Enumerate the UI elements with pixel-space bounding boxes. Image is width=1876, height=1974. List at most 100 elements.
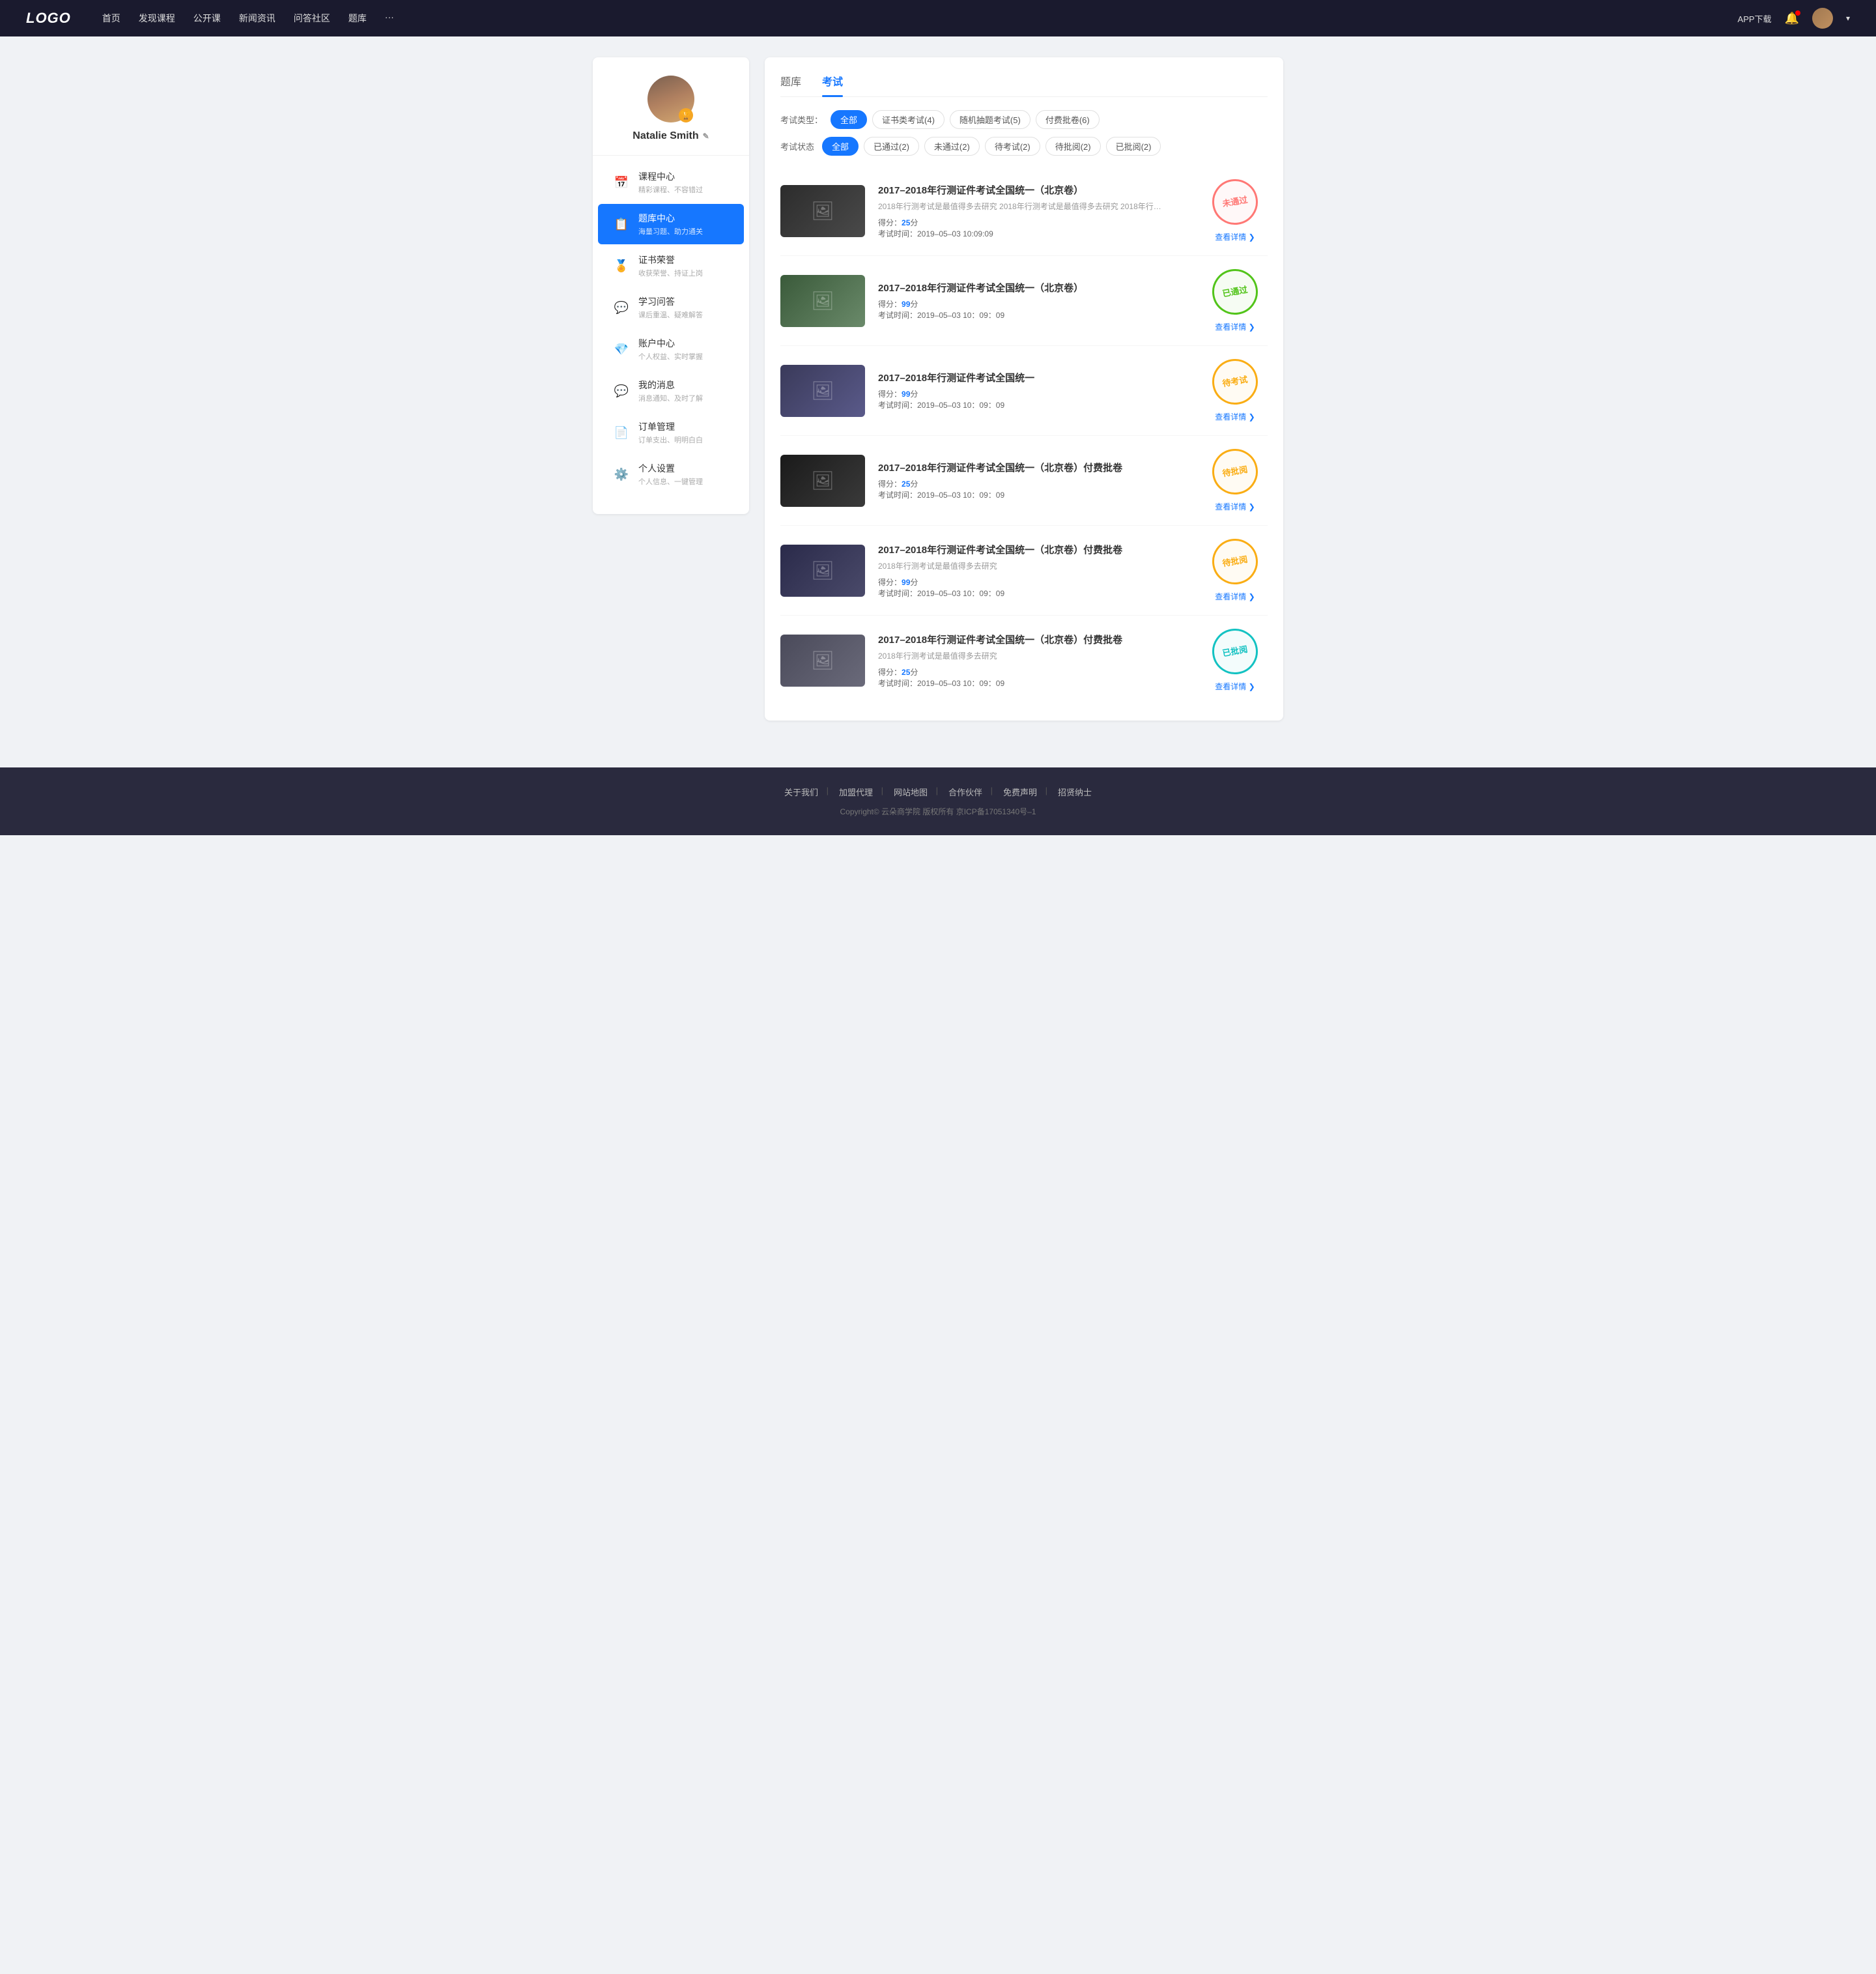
sidebar-item-exam-center[interactable]: 📋 题库中心 海量习题、助力通关 bbox=[598, 204, 744, 244]
cert-honor-text: 证书荣誉 收获荣誉、持证上岗 bbox=[638, 253, 703, 278]
filter-status-option-5[interactable]: 已批阅(2) bbox=[1106, 137, 1161, 156]
account-sub: 个人权益、实时掌握 bbox=[638, 351, 703, 362]
orders-text: 订单管理 订单支出、明明白白 bbox=[638, 420, 703, 445]
nav-link-0[interactable]: 首页 bbox=[102, 12, 121, 25]
exam-info: 2017–2018年行测证件考试全国统一（北京卷）付费批卷 得分：25分 考试时… bbox=[878, 461, 1189, 500]
footer-link-5[interactable]: 招贤纳士 bbox=[1047, 786, 1102, 798]
score-value: 25 bbox=[902, 668, 910, 677]
exam-time: 考试时间：2019–05–03 10：09：09 bbox=[878, 309, 1189, 321]
exam-score: 得分：99分 bbox=[878, 298, 1189, 309]
exam-time: 考试时间：2019–05–03 10:09:09 bbox=[878, 228, 1189, 239]
filter-type-row: 考试类型： 全部证书类考试(4)随机抽题考试(5)付费批卷(6) bbox=[780, 110, 1268, 129]
exam-score: 得分：25分 bbox=[878, 217, 1189, 228]
cert-honor-sub: 收获荣誉、持证上岗 bbox=[638, 268, 703, 278]
nav-link-5[interactable]: 题库 bbox=[348, 12, 367, 25]
avatar[interactable] bbox=[1812, 8, 1833, 29]
qa-title: 学习问答 bbox=[638, 295, 703, 308]
filter-status-option-3[interactable]: 待考试(2) bbox=[985, 137, 1040, 156]
nav-link-6[interactable]: ··· bbox=[385, 12, 394, 25]
course-center-text: 课程中心 精彩课程、不容错过 bbox=[638, 170, 703, 195]
exam-title: 2017–2018年行测证件考试全国统一（北京卷）付费批卷 bbox=[878, 633, 1189, 646]
footer-link-1[interactable]: 加盟代理 bbox=[829, 786, 883, 798]
sidebar-item-account[interactable]: 💎 账户中心 个人权益、实时掌握 bbox=[598, 329, 744, 369]
qa-text: 学习问答 课后重温、疑难解答 bbox=[638, 295, 703, 320]
thumb-overlay: 🖼 bbox=[780, 185, 865, 237]
exam-center-text: 题库中心 海量习题、助力通关 bbox=[638, 212, 703, 236]
view-detail-btn[interactable]: 查看详情 ❯ bbox=[1215, 681, 1255, 692]
thumb-overlay: 🖼 bbox=[780, 365, 865, 417]
exam-thumbnail: 🖼 bbox=[780, 635, 865, 687]
exam-item: 🖼 2017–2018年行测证件考试全国统一（北京卷）付费批卷 2018年行测考… bbox=[780, 526, 1268, 616]
filter-status-label: 考试状态 bbox=[780, 140, 814, 152]
settings-title: 个人设置 bbox=[638, 462, 703, 475]
filter-type-option-0[interactable]: 全部 bbox=[831, 110, 867, 129]
exam-time: 考试时间：2019–05–03 10：09：09 bbox=[878, 399, 1189, 410]
sidebar-item-orders[interactable]: 📄 订单管理 订单支出、明明白白 bbox=[598, 412, 744, 453]
exam-status-stamp: 待批阅 bbox=[1208, 445, 1261, 498]
chevron-down-icon[interactable]: ▾ bbox=[1846, 14, 1850, 23]
notification-bell[interactable]: 🔔 bbox=[1785, 12, 1799, 25]
exam-time: 考试时间：2019–05–03 10：09：09 bbox=[878, 678, 1189, 689]
qa-sub: 课后重温、疑难解答 bbox=[638, 309, 703, 320]
logo: LOGO bbox=[26, 10, 71, 27]
app-download-btn[interactable]: APP下载 bbox=[1738, 12, 1772, 25]
navbar: LOGO 首页 发现课程 公开课 新闻资讯 问答社区 题库 ··· APP下载 🔔 ▾ bbox=[0, 0, 1876, 36]
navbar-right: APP下载 🔔 ▾ bbox=[1738, 8, 1850, 29]
filter-status-option-2[interactable]: 未通过(2) bbox=[924, 137, 980, 156]
settings-icon: ⚙️ bbox=[611, 464, 632, 485]
exam-thumbnail: 🖼 bbox=[780, 455, 865, 507]
course-center-title: 课程中心 bbox=[638, 170, 703, 183]
nav-link-3[interactable]: 新闻资讯 bbox=[239, 12, 276, 25]
exam-info: 2017–2018年行测证件考试全国统一（北京卷） 得分：99分 考试时间：20… bbox=[878, 281, 1189, 321]
exam-actions: 已通过 查看详情 ❯ bbox=[1202, 269, 1268, 332]
nav-link-4[interactable]: 问答社区 bbox=[294, 12, 330, 25]
orders-sub: 订单支出、明明白白 bbox=[638, 435, 703, 445]
score-value: 25 bbox=[902, 218, 910, 227]
edit-icon[interactable]: ✎ bbox=[703, 132, 709, 141]
footer-link-2[interactable]: 网站地图 bbox=[883, 786, 938, 798]
sidebar-item-settings[interactable]: ⚙️ 个人设置 个人信息、一键管理 bbox=[598, 454, 744, 494]
exam-center-sub: 海量习题、助力通关 bbox=[638, 226, 703, 236]
filter-type-option-3[interactable]: 付费批卷(6) bbox=[1036, 110, 1100, 129]
exam-item: 🖼 2017–2018年行测证件考试全国统一 得分：99分 考试时间：2019–… bbox=[780, 346, 1268, 436]
exam-item: 🖼 2017–2018年行测证件考试全国统一（北京卷） 2018年行测考试是最值… bbox=[780, 166, 1268, 256]
tab-question-bank[interactable]: 题库 bbox=[780, 73, 801, 96]
footer-link-4[interactable]: 免费声明 bbox=[993, 786, 1047, 798]
sidebar-item-qa[interactable]: 💬 学习问答 课后重温、疑难解答 bbox=[598, 287, 744, 328]
sidebar-item-cert-honor[interactable]: 🏅 证书荣誉 收获荣誉、持证上岗 bbox=[598, 246, 744, 286]
exam-status-stamp: 待批阅 bbox=[1208, 535, 1261, 588]
exam-title: 2017–2018年行测证件考试全国统一 bbox=[878, 371, 1189, 384]
exam-title: 2017–2018年行测证件考试全国统一（北京卷） bbox=[878, 281, 1189, 294]
filter-type-option-1[interactable]: 证书类考试(4) bbox=[872, 110, 945, 129]
nav-link-1[interactable]: 发现课程 bbox=[139, 12, 175, 25]
filter-status-options: 全部已通过(2) 未通过(2) 待考试(2) 待批阅(2) 已批阅(2) bbox=[822, 137, 1161, 156]
view-detail-btn[interactable]: 查看详情 ❯ bbox=[1215, 231, 1255, 242]
filter-status-option-1[interactable]: 已通过(2) bbox=[864, 137, 919, 156]
exam-desc: 2018年行测考试是最值得多去研究 bbox=[878, 560, 1189, 571]
filter-type-options: 全部证书类考试(4) 随机抽题考试(5) 付费批卷(6) bbox=[831, 110, 1100, 129]
exam-title: 2017–2018年行测证件考试全国统一（北京卷）付费批卷 bbox=[878, 461, 1189, 474]
exam-thumbnail: 🖼 bbox=[780, 185, 865, 237]
course-center-sub: 精彩课程、不容错过 bbox=[638, 184, 703, 195]
sidebar-item-messages[interactable]: 💬 我的消息 消息通知、及时了解 bbox=[598, 371, 744, 411]
filter-type-option-2[interactable]: 随机抽题考试(5) bbox=[950, 110, 1030, 129]
filter-status-row: 考试状态 全部已通过(2) 未通过(2) 待考试(2) 待批阅(2) 已批阅(2) bbox=[780, 137, 1268, 156]
view-detail-btn[interactable]: 查看详情 ❯ bbox=[1215, 321, 1255, 332]
exam-status-stamp: 已批阅 bbox=[1208, 625, 1261, 678]
tab-exam[interactable]: 考试 bbox=[822, 73, 843, 96]
view-detail-btn[interactable]: 查看详情 ❯ bbox=[1215, 411, 1255, 422]
exam-thumbnail: 🖼 bbox=[780, 545, 865, 597]
cert-honor-icon: 🏅 bbox=[611, 255, 632, 276]
filter-status-option-4[interactable]: 待批阅(2) bbox=[1045, 137, 1101, 156]
view-detail-btn[interactable]: 查看详情 ❯ bbox=[1215, 591, 1255, 602]
exam-title: 2017–2018年行测证件考试全国统一（北京卷）付费批卷 bbox=[878, 543, 1189, 556]
view-detail-btn[interactable]: 查看详情 ❯ bbox=[1215, 501, 1255, 512]
filter-status-option-0[interactable]: 全部 bbox=[822, 137, 859, 156]
footer-link-0[interactable]: 关于我们 bbox=[774, 786, 829, 798]
exam-actions: 待考试 查看详情 ❯ bbox=[1202, 359, 1268, 422]
footer-link-3[interactable]: 合作伙伴 bbox=[938, 786, 993, 798]
score-value: 99 bbox=[902, 300, 910, 309]
sidebar-item-course-center[interactable]: 📅 课程中心 精彩课程、不容错过 bbox=[598, 162, 744, 203]
orders-title: 订单管理 bbox=[638, 420, 703, 433]
nav-link-2[interactable]: 公开课 bbox=[193, 12, 221, 25]
